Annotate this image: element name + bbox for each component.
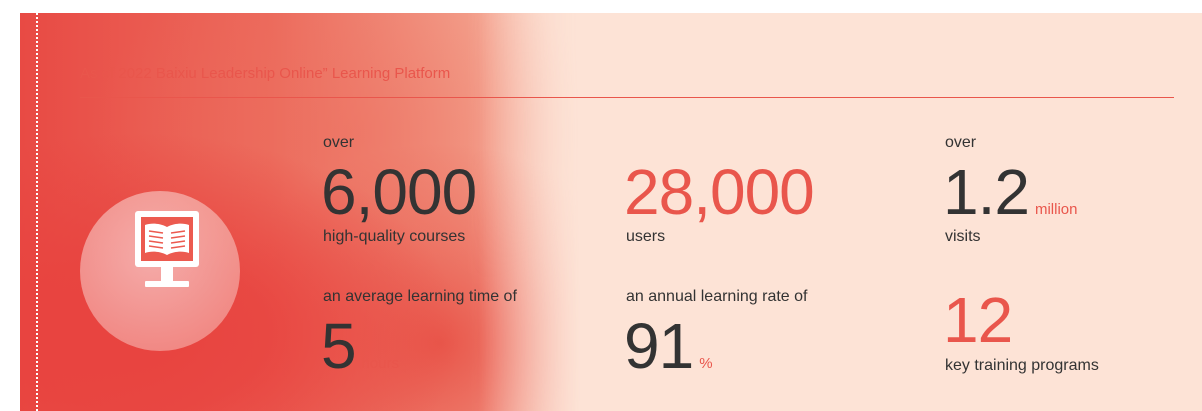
stat-time-unit: hours [361, 355, 400, 372]
stat-time-pre: an average learning time of [323, 288, 517, 305]
stat-rate-number: 91% [624, 314, 713, 378]
stat-rate-value: 91 [624, 310, 694, 382]
stat-programs-label: key training programs [945, 357, 1099, 374]
stat-time-value: 5 [321, 310, 357, 382]
stat-rate-unit: % [699, 355, 713, 372]
stat-users-value: 28,000 [624, 156, 815, 228]
platform-heading: As of 2022 Baixiu Leadership Online” Lea… [80, 65, 451, 82]
stat-courses-pre: over [323, 134, 355, 151]
stat-users-label: users [626, 228, 666, 245]
stat-courses-value: 6,000 [321, 156, 477, 228]
heading-rule [80, 97, 1174, 98]
dotted-divider [36, 13, 38, 411]
stat-visits-label: visits [945, 228, 981, 245]
stat-rate-pre: an annual learning rate of [626, 288, 808, 305]
stat-courses-label: high-quality courses [323, 228, 466, 245]
stat-visits-unit: million [1034, 201, 1078, 218]
monitor-book-icon [135, 211, 199, 287]
stat-visits-value: 1.2 [943, 156, 1030, 228]
stat-time-number: 5 hours [321, 314, 399, 378]
stats-panel: As of 2022 Baixiu Leadership Online” Lea… [20, 13, 1202, 411]
stat-visits-pre: over [945, 134, 977, 151]
stat-programs-value: 12 [943, 284, 1013, 356]
stat-visits-number: 1.2 million [943, 160, 1077, 224]
